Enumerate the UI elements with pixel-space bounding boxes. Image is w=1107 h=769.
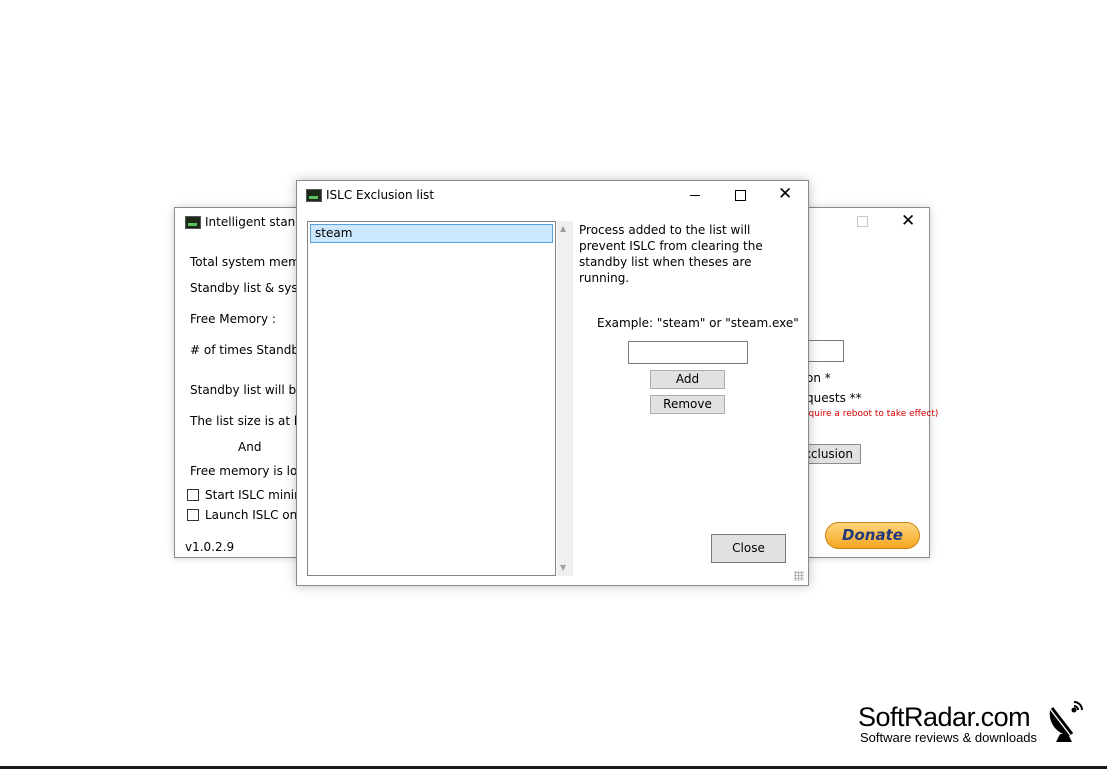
option-a-label: on * (806, 371, 831, 385)
close-icon[interactable]: ✕ (901, 213, 915, 230)
total-memory-label: Total system memor (190, 255, 313, 269)
maximize-icon[interactable] (735, 190, 746, 201)
example-text: Example: "steam" or "steam.exe" (597, 316, 799, 330)
scroll-down-arrow-icon[interactable]: ▼ (560, 564, 566, 572)
scroll-up-arrow-icon[interactable]: ▲ (560, 225, 566, 233)
list-item[interactable]: steam (310, 224, 553, 243)
islc-app-icon (306, 189, 322, 202)
close-icon[interactable]: ✕ (778, 186, 792, 203)
islc-app-icon (185, 216, 201, 229)
reboot-note: equire a reboot to take effect) (803, 409, 939, 419)
listbox-scrollbar[interactable]: ▲ ▼ (557, 221, 573, 576)
option-b-label: quests ** (806, 391, 862, 405)
back-window-input[interactable] (806, 340, 844, 362)
free-memory-label: Free Memory : (190, 312, 276, 326)
close-button[interactable]: Close (711, 534, 786, 563)
satellite-dish-icon (1049, 701, 1083, 742)
start-minimized-checkbox[interactable] (187, 489, 199, 501)
exclusion-listbox[interactable]: steam (307, 221, 556, 576)
exclusion-list-button[interactable]: xclusion (803, 444, 861, 464)
times-standby-label: # of times Standby l (190, 343, 314, 357)
add-button[interactable]: Add (650, 370, 725, 389)
resize-grip-icon[interactable] (794, 571, 804, 581)
softradar-logo-text: SoftRadar.com (858, 702, 1031, 732)
dialog-title: ISLC Exclusion list (326, 188, 435, 202)
and-label: And (238, 440, 262, 454)
main-window-title: Intelligent standb (205, 215, 311, 229)
launch-on-startup-label: Launch ISLC on u (205, 508, 309, 522)
process-name-input[interactable] (628, 341, 748, 364)
version-label: v1.0.2.9 (185, 540, 235, 554)
softradar-tagline: Software reviews & downloads (860, 730, 1038, 745)
exclusion-list-dialog: ISLC Exclusion list ✕ steam ▲ ▼ Process … (296, 180, 809, 586)
remove-button[interactable]: Remove (650, 395, 725, 414)
minimize-icon[interactable] (690, 195, 700, 196)
maximize-icon[interactable] (857, 216, 868, 227)
donate-button[interactable]: Donate (825, 522, 920, 549)
launch-on-startup-checkbox[interactable] (187, 509, 199, 521)
exclusion-description: Process added to the list will prevent I… (579, 223, 763, 285)
